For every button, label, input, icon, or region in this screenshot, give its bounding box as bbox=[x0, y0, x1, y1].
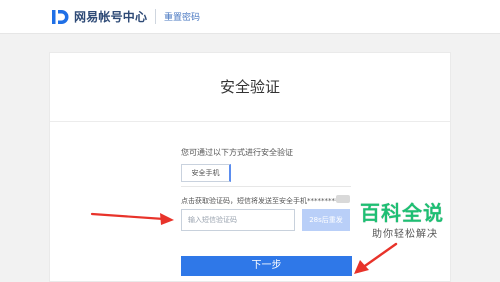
card-divider bbox=[50, 121, 450, 122]
method-tab-underline bbox=[181, 186, 351, 187]
verification-prompt: 您可通过以下方式进行安全验证 bbox=[181, 148, 293, 157]
page-title: 安全验证 bbox=[219, 78, 280, 96]
next-step-button[interactable]: 下一步 bbox=[181, 256, 352, 276]
watermark-title-text: 百科全说 bbox=[360, 201, 444, 225]
masked-phone-suffix bbox=[336, 195, 350, 203]
top-header: 网易帐号中心 重置密码 bbox=[0, 0, 500, 34]
sms-code-input[interactable] bbox=[181, 209, 295, 231]
resend-code-button[interactable]: 28s后重发 bbox=[302, 209, 350, 231]
watermark-title: 百科全说 bbox=[360, 197, 444, 226]
brand-title[interactable]: 网易帐号中心 bbox=[74, 8, 147, 25]
header-divider bbox=[155, 9, 156, 24]
watermark-subtitle: 助你轻松解决 bbox=[372, 229, 438, 240]
page-subtitle: 重置密码 bbox=[164, 13, 201, 23]
netease-logo-icon[interactable] bbox=[50, 7, 70, 27]
sms-hint: 点击获取验证码，短信将发送至安全手机********* bbox=[181, 197, 339, 205]
baike-watermark: 百科全说 助你轻松解决 bbox=[360, 197, 478, 252]
annotation-arrow-icon bbox=[90, 212, 174, 225]
tab-security-phone[interactable]: 安全手机 bbox=[181, 164, 231, 182]
